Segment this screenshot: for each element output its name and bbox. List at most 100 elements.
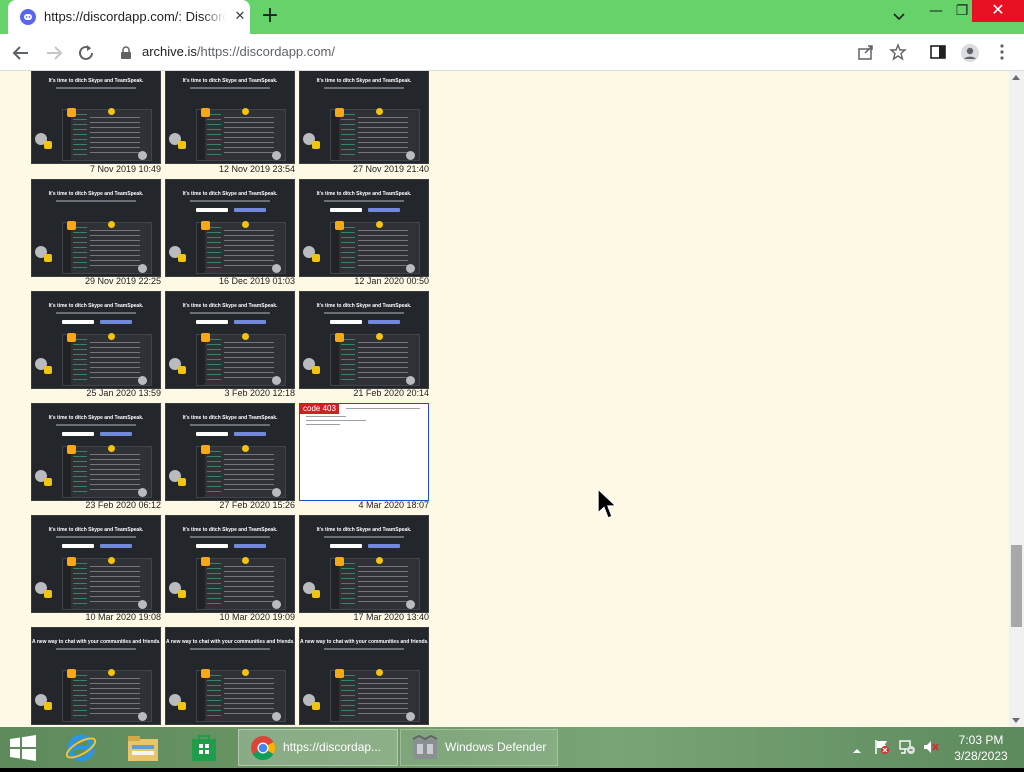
snapshot-date[interactable]: 27 Nov 2019 21:40	[299, 164, 429, 174]
thumb-decor	[44, 366, 52, 374]
snapshot-thumbnail[interactable]: It's time to ditch Skype and TeamSpeak.	[31, 71, 161, 164]
thumb-chat-lines	[90, 342, 140, 378]
thumb-decor	[108, 108, 115, 115]
new-tab-button[interactable]: +	[259, 5, 281, 28]
snapshot-thumbnail[interactable]: It's time to ditch Skype and TeamSpeak.	[299, 515, 429, 613]
thumb-decor	[272, 264, 281, 273]
snapshot-date[interactable]: 16 Dec 2019 01:03	[165, 276, 295, 286]
snapshot-date[interactable]: 4 Mar 2020 18:07	[299, 500, 429, 510]
system-clock[interactable]: 7:03 PM 3/28/2023	[946, 732, 1016, 764]
back-arrow-icon[interactable]	[9, 41, 33, 65]
thumb-subtext	[56, 312, 136, 314]
snapshot-date[interactable]: 29 Nov 2019 22:25	[31, 276, 161, 286]
archive-snapshot-grid: It's time to ditch Skype and TeamSpeak. …	[0, 71, 1009, 727]
snapshot-thumbnail[interactable]: It's time to ditch Skype and TeamSpeak.	[299, 179, 429, 277]
snapshot-date[interactable]: 25 Jan 2020 13:59	[31, 388, 161, 398]
snapshot-date[interactable]: 21 Feb 2020 20:14	[299, 388, 429, 398]
windows-start-icon[interactable]	[8, 735, 38, 772]
side-panel-icon[interactable]	[929, 43, 949, 63]
forward-arrow-icon[interactable]	[42, 41, 66, 65]
store-icon[interactable]	[188, 733, 220, 770]
browser-tab[interactable]: https://discordapp.com/: Discord ✕	[8, 0, 250, 34]
scroll-up-arrow-icon[interactable]	[1012, 75, 1020, 80]
thumb-decor	[335, 108, 344, 117]
snapshot-date[interactable]: 23 Feb 2020 06:12	[31, 500, 161, 510]
snapshot-thumbnail[interactable]: A new way to chat with your communities …	[165, 627, 295, 725]
tab-search-chevron-icon[interactable]	[889, 8, 909, 26]
thumb-decor	[201, 557, 210, 566]
thumb-decor	[376, 221, 383, 228]
snapshot-date[interactable]: 10 Mar 2020 19:08	[31, 612, 161, 622]
snapshot-thumbnail[interactable]: It's time to ditch Skype and TeamSpeak.	[165, 291, 295, 389]
browser-toolbar: archive.is/https://discordapp.com/	[0, 34, 1024, 71]
share-icon[interactable]	[857, 43, 877, 63]
profile-avatar-icon[interactable]	[960, 43, 980, 63]
thumb-headline: It's time to ditch Skype and TeamSpeak.	[316, 191, 412, 197]
thumb-headline: It's time to ditch Skype and TeamSpeak.	[48, 78, 144, 84]
snapshot-thumbnail[interactable]: It's time to ditch Skype and TeamSpeak.	[31, 179, 161, 277]
thumb-subtext	[324, 312, 404, 314]
snapshot-date[interactable]: 12 Jan 2020 00:50	[299, 276, 429, 286]
tab-close-icon[interactable]: ✕	[232, 9, 248, 25]
snapshot-thumbnail[interactable]: A new way to chat with your communities …	[299, 627, 429, 725]
snapshot-thumbnail[interactable]: It's time to ditch Skype and TeamSpeak.	[299, 71, 429, 164]
show-hidden-icons-icon[interactable]	[852, 741, 862, 760]
network-icon[interactable]	[898, 739, 916, 759]
address-bar[interactable]: archive.is/https://discordapp.com/	[108, 38, 918, 66]
internet-explorer-icon[interactable]	[64, 731, 98, 768]
menu-kebab-icon[interactable]	[994, 43, 1014, 63]
thumb-decor	[242, 445, 249, 452]
thumb-subtext	[190, 648, 270, 650]
bookmark-star-icon[interactable]	[889, 43, 909, 63]
snapshot-date[interactable]: 10 Mar 2020 19:09	[165, 612, 295, 622]
thumb-chat-lines	[90, 117, 140, 153]
window-close-button[interactable]: ✕	[972, 0, 1024, 22]
thumb-decor	[406, 264, 415, 273]
snapshot-thumbnail[interactable]: It's time to ditch Skype and TeamSpeak.	[299, 291, 429, 389]
snapshot-date[interactable]: 17 Mar 2020 13:40	[299, 612, 429, 622]
thumb-button-white	[62, 320, 94, 324]
snapshot-thumbnail[interactable]: A new way to chat with your communities …	[31, 627, 161, 725]
snapshot-thumbnail[interactable]: It's time to ditch Skype and TeamSpeak.	[165, 403, 295, 501]
thumb-chat-lines	[90, 230, 140, 266]
thumb-decor	[242, 557, 249, 564]
thumb-decor	[67, 557, 76, 566]
thumb-decor	[67, 108, 76, 117]
snapshot-thumbnail[interactable]: It's time to ditch Skype and TeamSpeak.	[31, 403, 161, 501]
snapshot-thumbnail[interactable]: It's time to ditch Skype and TeamSpeak.	[31, 291, 161, 389]
thumb-decor	[242, 221, 249, 228]
snapshot-date[interactable]: 3 Feb 2020 12:18	[165, 388, 295, 398]
thumb-decor	[376, 557, 383, 564]
thumb-subtext	[190, 87, 270, 89]
snapshot-date[interactable]: 12 Nov 2019 23:54	[165, 164, 295, 174]
thumb-decor	[178, 702, 186, 710]
thumb-decor	[67, 333, 76, 342]
url-path: /https://discordapp.com/	[196, 44, 335, 59]
thumb-chat-lines	[358, 117, 408, 153]
reload-icon[interactable]	[74, 41, 98, 65]
thumb-decor	[67, 221, 76, 230]
snapshot-thumbnail-error[interactable]: code 403	[299, 403, 429, 501]
action-center-flag-icon[interactable]	[874, 739, 890, 759]
snapshot-date[interactable]: 27 Feb 2020 15:26	[165, 500, 295, 510]
vertical-scrollbar[interactable]	[1009, 71, 1024, 727]
snapshot-thumbnail[interactable]: It's time to ditch Skype and TeamSpeak.	[165, 515, 295, 613]
snapshot-date[interactable]: 7 Nov 2019 10:49	[31, 164, 161, 174]
thumb-button-blurple	[100, 544, 132, 548]
taskbar-chrome-button[interactable]: https://discordap...	[238, 729, 398, 766]
snapshot-thumbnail[interactable]: It's time to ditch Skype and TeamSpeak.	[165, 71, 295, 164]
thumb-button-white	[330, 544, 362, 548]
thumb-decor	[178, 254, 186, 262]
thumb-headline: It's time to ditch Skype and TeamSpeak.	[182, 78, 278, 84]
volume-muted-icon[interactable]	[922, 739, 940, 759]
thumb-decor	[44, 478, 52, 486]
lock-icon[interactable]	[120, 45, 132, 64]
snapshot-thumbnail[interactable]: It's time to ditch Skype and TeamSpeak.	[165, 179, 295, 277]
snapshot-thumbnail[interactable]: It's time to ditch Skype and TeamSpeak.	[31, 515, 161, 613]
taskbar-defender-button[interactable]: Windows Defender	[400, 729, 558, 766]
thumb-subtext	[324, 536, 404, 538]
scroll-down-arrow-icon[interactable]	[1012, 718, 1020, 723]
scrollbar-thumb[interactable]	[1011, 545, 1022, 627]
file-explorer-icon[interactable]	[126, 733, 160, 770]
thumb-decor	[108, 445, 115, 452]
